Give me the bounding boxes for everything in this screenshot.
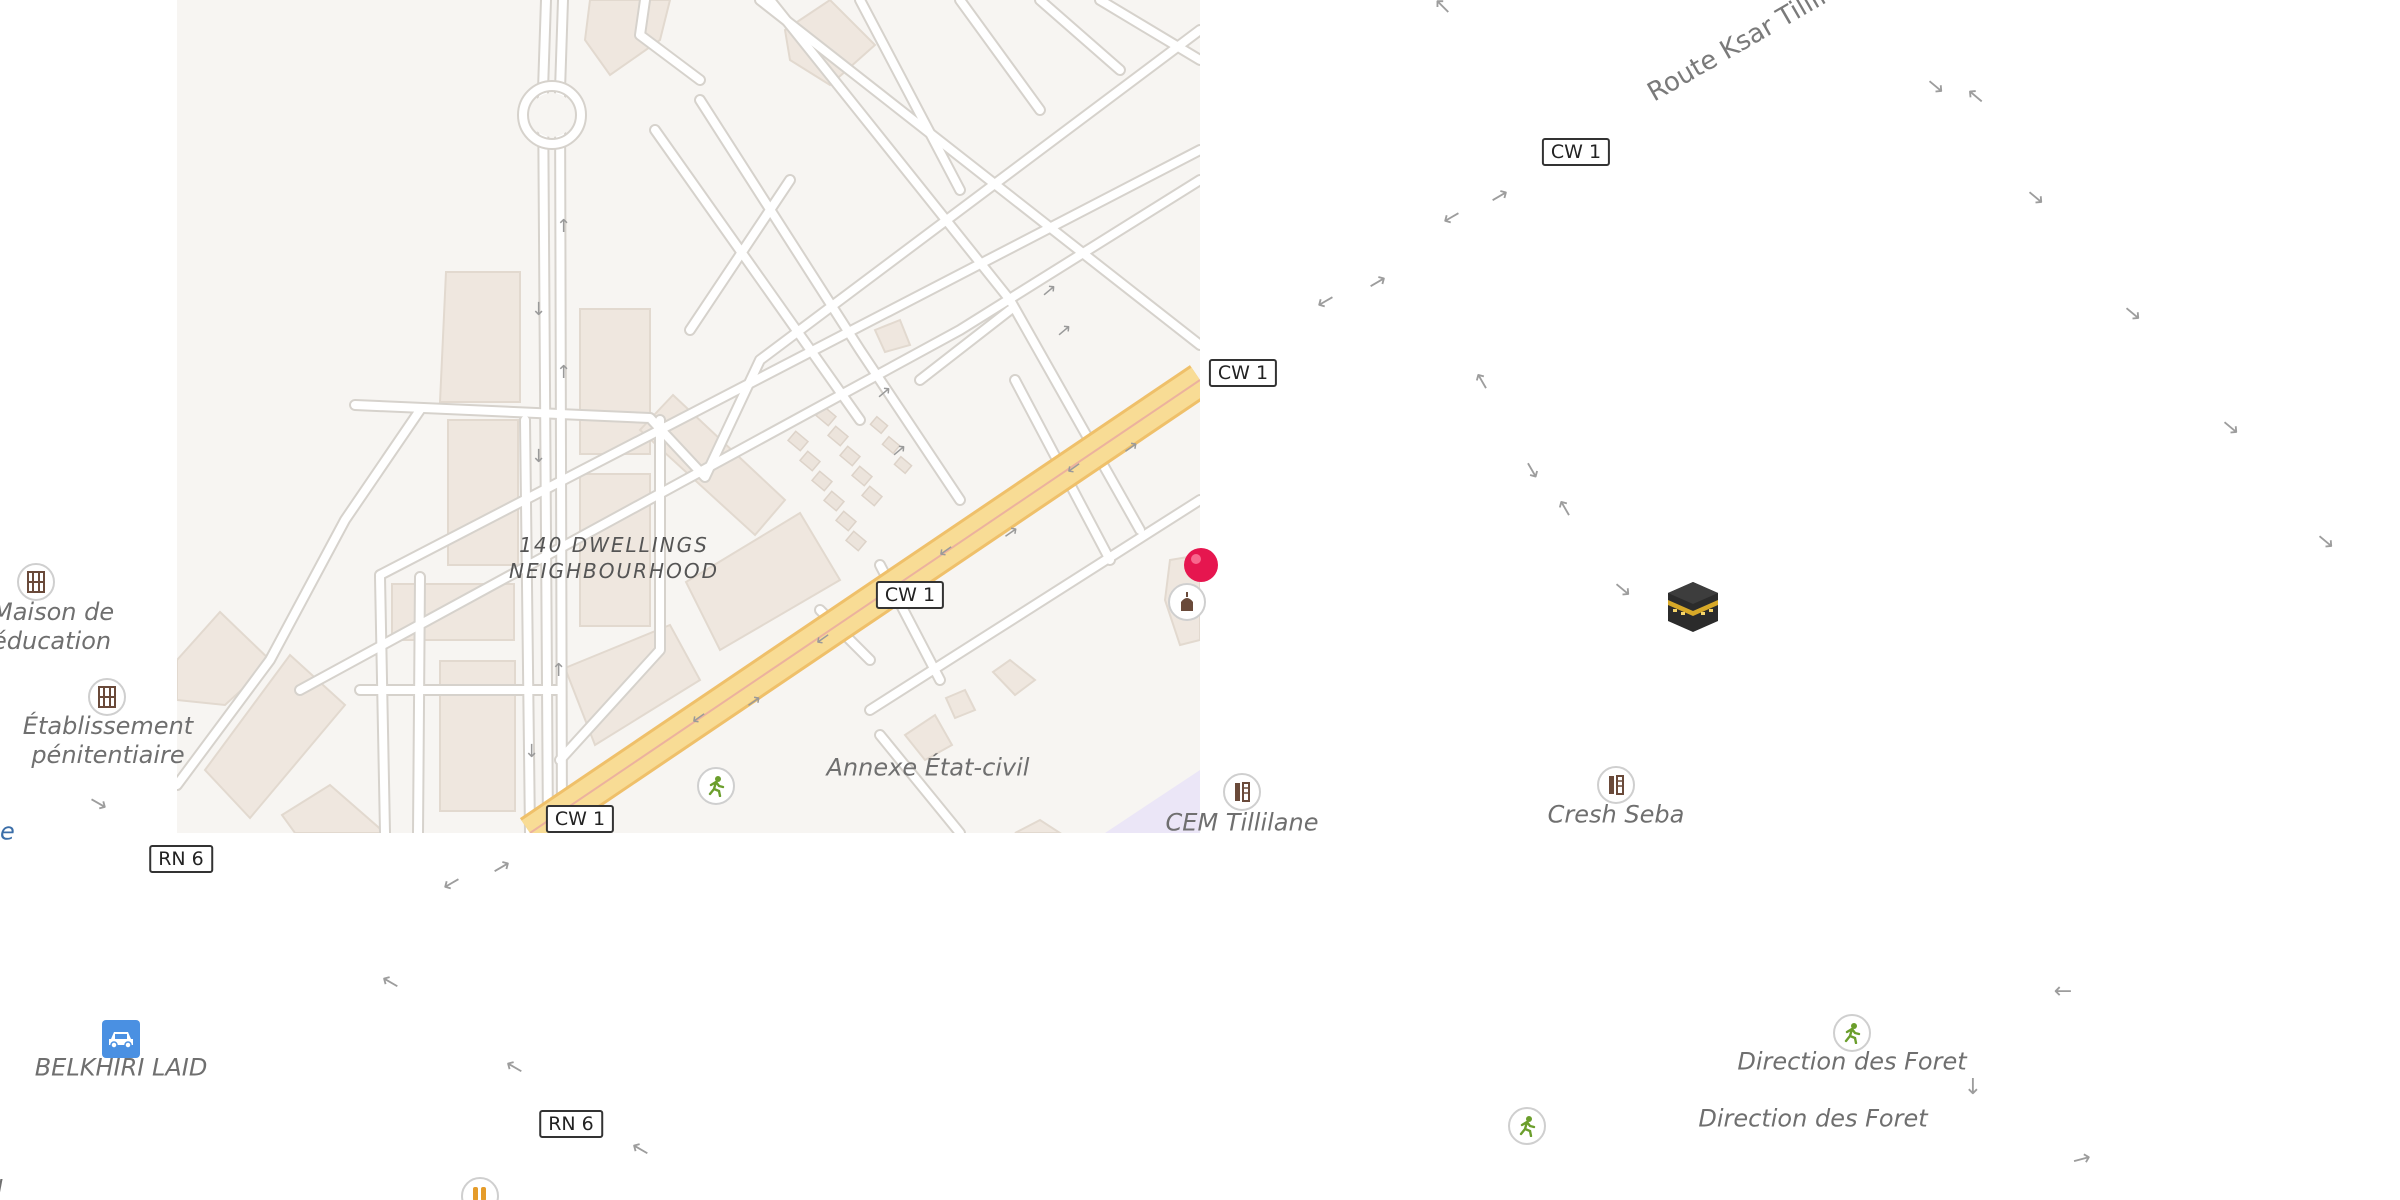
kaaba-mosque-icon[interactable] <box>1664 578 1722 636</box>
rn6-shield: RN 6 <box>539 1110 603 1138</box>
car-poi[interactable] <box>102 1020 140 1058</box>
edge-label-l: l <box>0 1176 3 1200</box>
prison-icon <box>27 571 45 593</box>
mosque-poi[interactable] <box>1168 583 1206 621</box>
cem-tillilane-label[interactable]: CEM Tillilane <box>1166 809 1319 838</box>
neighbourhood-label-line2: NEIGHBOURHOOD <box>509 559 719 583</box>
svg-text:↑: ↑ <box>556 362 571 383</box>
svg-text:↓: ↓ <box>531 446 546 467</box>
oneway-arrow: ← <box>2053 979 2073 1004</box>
cw1-shield: CW 1 <box>1208 359 1278 387</box>
school-icon <box>1609 775 1624 795</box>
direction-des-foret-label[interactable]: Direction des Foret <box>1698 1105 1927 1134</box>
cw1-shield: CW 1 <box>1541 138 1611 166</box>
belkhiri-laid-label[interactable]: BELKHIRI LAID <box>35 1054 208 1083</box>
annexe-etat-civil-label[interactable]: Annexe État-civil <box>827 754 1030 783</box>
sport-icon <box>1519 1116 1536 1137</box>
sport-poi[interactable] <box>1508 1107 1546 1145</box>
sport-poi[interactable] <box>1833 1014 1871 1052</box>
cresh-seba-label[interactable]: Cresh Seba <box>1548 801 1685 830</box>
sport-icon <box>708 776 725 797</box>
direction-des-foret-label[interactable]: Direction des Foret <box>1737 1048 1966 1077</box>
prison-poi[interactable] <box>17 563 55 601</box>
map-pin-icon[interactable] <box>1181 545 1221 585</box>
oneway-arrow: ↓ <box>1963 1075 1983 1100</box>
neighbourhood-label: 140 DWELLINGS NEIGHBOURHOOD <box>509 532 719 584</box>
cw1-shield: CW 1 <box>545 805 615 833</box>
sport-icon <box>1844 1023 1861 1044</box>
svg-text:↑: ↑ <box>551 660 566 681</box>
etab-label-line2: pénitentiaire <box>31 741 185 769</box>
school-poi[interactable] <box>1223 773 1261 811</box>
svg-text:↓: ↓ <box>531 299 546 320</box>
svg-text:↑: ↑ <box>556 216 571 237</box>
edge-label-e: e <box>0 817 15 846</box>
prison-poi[interactable] <box>88 678 126 716</box>
school-poi[interactable] <box>1597 766 1635 804</box>
car-icon <box>109 1032 133 1049</box>
maison-reeducation-label[interactable]: Maison de éducation <box>0 598 114 656</box>
detailed-map-tile: ↑ ↓ ↑ ↓ ↑ ↓ → → → → ← → ← → ← ← → <box>177 0 1200 833</box>
etablissement-penitentiaire-label[interactable]: Établissement pénitentiaire <box>23 712 193 770</box>
map-view[interactable]: ↑ ↓ ↑ ↓ ↑ ↓ → → → → ← → ← → ← ← → 140 DW… <box>0 0 2400 1200</box>
maison-label-line1: Maison de <box>0 598 115 626</box>
prison-icon <box>98 686 116 708</box>
neighbourhood-label-line1: 140 DWELLINGS <box>519 533 709 557</box>
fast-food-icon <box>473 1187 486 1200</box>
rn6-shield: RN 6 <box>149 845 213 873</box>
school-icon <box>1235 782 1250 802</box>
mosque-icon <box>1181 592 1193 611</box>
etab-label-line1: Établissement <box>22 712 194 740</box>
maison-label-line2: éducation <box>0 627 112 655</box>
sport-poi[interactable] <box>697 767 735 805</box>
svg-text:↓: ↓ <box>524 741 539 762</box>
cw1-shield: CW 1 <box>875 581 945 609</box>
